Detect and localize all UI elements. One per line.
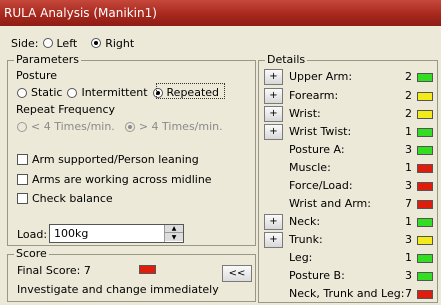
details-row-value: 1 xyxy=(405,251,412,264)
posture-intermittent-radio[interactable] xyxy=(67,87,78,98)
posture-static-radio[interactable] xyxy=(17,87,27,98)
expand-plus-icon[interactable]: + xyxy=(264,214,283,230)
details-row-color-swatch xyxy=(417,164,433,173)
load-spinner[interactable]: ▲ ▼ xyxy=(164,225,183,242)
freq-over-4-label[interactable]: > 4 Times/min. xyxy=(139,120,223,133)
final-score-swatch xyxy=(139,265,156,274)
frequency-options: < 4 Times/min. > 4 Times/min. xyxy=(17,120,223,133)
details-row: + Upper Arm: 2 xyxy=(264,69,439,86)
details-row-color-swatch xyxy=(417,110,433,119)
focus-outline xyxy=(156,83,225,99)
details-row-color-swatch xyxy=(417,272,433,281)
details-title: Details xyxy=(265,53,308,66)
details-row-name: Posture B: xyxy=(289,269,345,282)
details-row-name: Muscle: xyxy=(289,161,331,174)
details-row-name: Leg: xyxy=(289,251,313,264)
details-row-color-swatch xyxy=(417,128,433,137)
arms-midline-label[interactable]: Arms are working across midline xyxy=(32,173,212,186)
details-row-value: 1 xyxy=(405,215,412,228)
details-row-name: Upper Arm: xyxy=(289,70,353,83)
repeat-frequency-label: Repeat Frequency xyxy=(16,103,116,116)
side-right-label[interactable]: Right xyxy=(105,37,134,50)
freq-under-4-radio[interactable] xyxy=(17,121,27,132)
details-row-name: Forearm: xyxy=(289,89,339,102)
check-balance[interactable]: Check balance xyxy=(17,192,113,205)
details-row-color-swatch xyxy=(417,236,433,245)
details-row: Posture A: 3 xyxy=(264,142,439,159)
posture-label: Posture xyxy=(16,69,58,82)
details-row-value: 2 xyxy=(405,107,412,120)
details-row-name: Wrist and Arm: xyxy=(289,197,371,210)
expand-plus-icon[interactable]: + xyxy=(264,124,283,140)
details-row-color-swatch xyxy=(417,182,433,191)
check-arms-midline[interactable]: Arms are working across midline xyxy=(17,173,212,186)
details-row-name: Posture A: xyxy=(289,143,345,156)
arms-midline-checkbox[interactable] xyxy=(17,174,28,185)
details-row: Posture B: 3 xyxy=(264,268,439,285)
details-row: + Wrist: 2 xyxy=(264,106,439,123)
score-title: Score xyxy=(14,247,49,260)
spin-down-icon[interactable]: ▼ xyxy=(165,233,183,241)
details-row-name: Wrist Twist: xyxy=(289,125,352,138)
side-left-label[interactable]: Left xyxy=(57,37,78,50)
window-title: RULA Analysis (Manikin1) xyxy=(0,0,441,26)
expand-plus-icon[interactable]: + xyxy=(264,69,283,85)
details-row: Leg: 1 xyxy=(264,250,439,267)
arm-supported-label[interactable]: Arm supported/Person leaning xyxy=(32,153,199,166)
check-balance-label[interactable]: Check balance xyxy=(32,192,113,205)
details-row-name: Neck: xyxy=(289,215,321,228)
side-label: Side: xyxy=(11,36,39,50)
details-row-name: Force/Load: xyxy=(289,179,353,192)
details-row: Neck, Trunk and Leg: 7 xyxy=(264,286,439,303)
details-row: + Trunk: 3 xyxy=(264,232,439,249)
details-row-color-swatch xyxy=(417,218,433,227)
details-row-color-swatch xyxy=(417,146,433,155)
load-label: Load: xyxy=(17,228,48,241)
details-row-name: Trunk: xyxy=(289,233,323,246)
details-row: Muscle: 1 xyxy=(264,160,439,177)
details-row-color-swatch xyxy=(417,254,433,263)
details-row-value: 2 xyxy=(405,89,412,102)
spin-up-icon[interactable]: ▲ xyxy=(165,225,183,233)
details-row-value: 3 xyxy=(405,179,412,192)
details-row-value: 2 xyxy=(405,70,412,83)
check-balance-checkbox[interactable] xyxy=(17,193,28,204)
details-row-value: 7 xyxy=(405,197,412,210)
collapse-details-button[interactable]: << xyxy=(222,265,252,282)
details-row-value: 3 xyxy=(405,143,412,156)
details-row-value: 3 xyxy=(405,269,412,282)
freq-over-4-radio[interactable] xyxy=(124,121,135,132)
details-row-value: 1 xyxy=(405,161,412,174)
expand-plus-icon[interactable]: + xyxy=(264,232,283,248)
details-row-color-swatch xyxy=(417,290,433,299)
side-left-radio[interactable] xyxy=(42,38,53,48)
check-arm-supported[interactable]: Arm supported/Person leaning xyxy=(17,153,199,166)
details-row-name: Neck, Trunk and Leg: xyxy=(289,287,405,300)
side-selector: Side: Left Right xyxy=(11,35,134,51)
expand-plus-icon[interactable]: + xyxy=(264,106,283,122)
arm-supported-checkbox[interactable] xyxy=(17,154,28,165)
details-row-color-swatch xyxy=(417,200,433,209)
details-row-color-swatch xyxy=(417,73,433,82)
freq-under-4-label[interactable]: < 4 Times/min. xyxy=(31,120,115,133)
final-score-label: Final Score: 7 xyxy=(17,264,91,277)
parameters-title: Parameters xyxy=(14,53,81,66)
side-right-radio[interactable] xyxy=(91,38,102,48)
details-row-value: 1 xyxy=(405,125,412,138)
details-row: Wrist and Arm: 7 xyxy=(264,196,439,213)
details-row-value: 7 xyxy=(405,287,412,300)
expand-plus-icon[interactable]: + xyxy=(264,88,283,104)
details-row: + Forearm: 2 xyxy=(264,88,439,105)
details-row-color-swatch xyxy=(417,92,433,101)
details-row: Force/Load: 3 xyxy=(264,178,439,195)
posture-intermittent-label[interactable]: Intermittent xyxy=(81,86,147,99)
posture-static-label[interactable]: Static xyxy=(31,86,62,99)
details-row: + Wrist Twist: 1 xyxy=(264,124,439,141)
details-row-name: Wrist: xyxy=(289,107,321,120)
score-message: Investigate and change immediately xyxy=(17,283,219,296)
details-row: + Neck: 1 xyxy=(264,214,439,231)
details-row-value: 3 xyxy=(405,233,412,246)
